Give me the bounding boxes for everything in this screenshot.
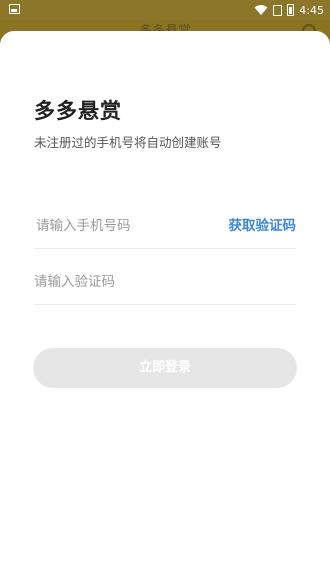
sim-icon: [273, 4, 283, 16]
code-field: [34, 260, 296, 305]
login-button[interactable]: 立即登录: [33, 348, 297, 388]
battery-icon: [287, 4, 295, 16]
status-time: 4:45: [299, 3, 324, 17]
image-icon: [9, 4, 20, 14]
code-input[interactable]: [34, 260, 214, 304]
status-bar: 4:45: [0, 0, 330, 20]
status-indicators: 4:45: [254, 2, 324, 18]
login-sheet: 多多悬赏 未注册过的手机号将自动创建账号 获取验证码 立即登录: [0, 31, 330, 586]
wifi-icon: [254, 5, 268, 15]
phone-input[interactable]: [34, 204, 216, 248]
app-title: 多多悬赏: [34, 99, 122, 123]
login-subtitle: 未注册过的手机号将自动创建账号: [34, 135, 222, 150]
get-code-button[interactable]: 获取验证码: [229, 204, 297, 248]
phone-field: 获取验证码: [34, 204, 296, 249]
